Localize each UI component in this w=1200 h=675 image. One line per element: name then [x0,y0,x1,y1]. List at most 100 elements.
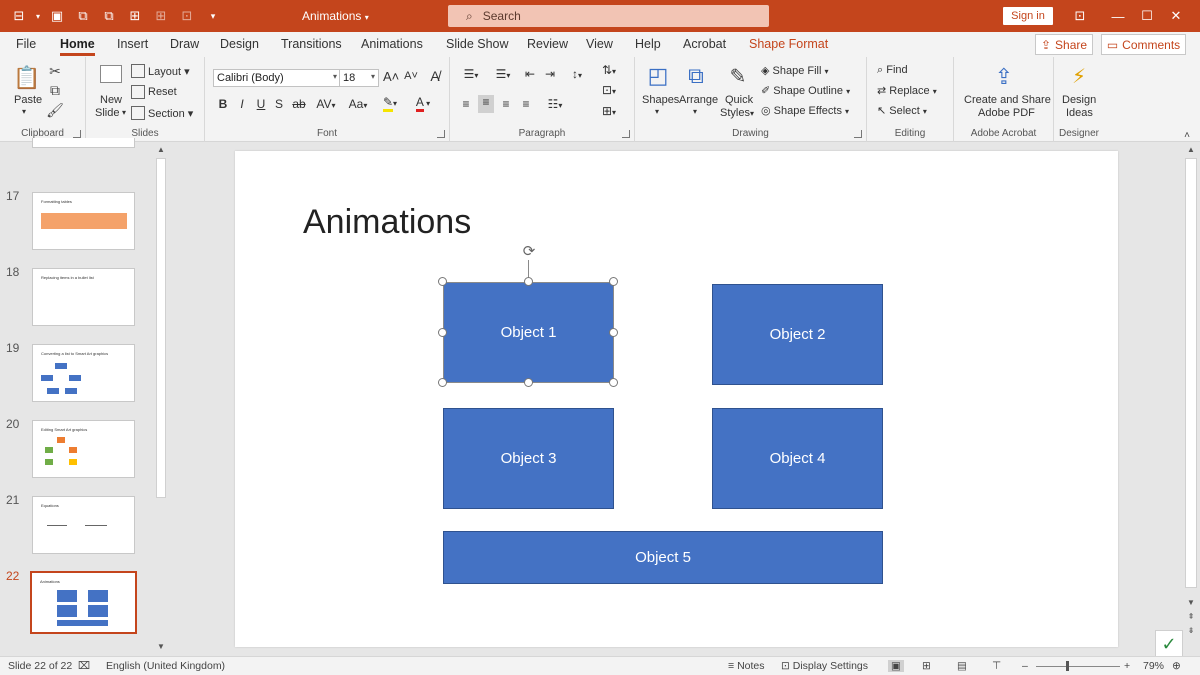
scroll-up-icon[interactable]: ▲ [1185,145,1197,154]
tab-transitions[interactable]: Transitions [281,37,342,51]
slide-thumbnail-16[interactable] [32,138,135,148]
save-icon[interactable]: ▣ [46,6,68,26]
paste-dropdown-icon[interactable]: ▾ [22,107,26,116]
copy-icon[interactable]: ⧉ [72,6,94,26]
slide-thumbnail[interactable]: Equations [32,496,135,554]
tab-help[interactable]: Help [635,37,661,51]
object-1-shape[interactable]: Object 1 [443,282,614,383]
grow-font-button[interactable]: A˄ [383,69,399,84]
increase-indent-icon[interactable]: ⇥ [542,67,558,81]
shrink-font-button[interactable]: A˅ [403,70,419,82]
smartart-convert-button[interactable]: ⊞▾ [596,104,622,118]
clear-formatting-icon[interactable]: A̸ [427,68,443,84]
slide-thumbnail[interactable]: Editing Smart Art graphics [32,420,135,478]
character-spacing-button[interactable]: AV▾ [313,97,339,111]
regroup-icon[interactable]: ⊡ [176,6,198,26]
select-button[interactable]: ↖ Select ▾ [877,104,927,117]
object-3-shape[interactable]: Object 3 [443,408,614,509]
bullets-button[interactable]: ☰▾ [458,67,484,81]
slide-thumbnail[interactable]: Formatting tables [32,192,135,250]
canvas-scrollbar[interactable]: ▲ ▼ ⇞ ⇟ [1182,142,1200,656]
language-indicator[interactable]: English (United Kingdom) [106,660,225,672]
new-slide-icon[interactable] [100,65,122,83]
font-size-select[interactable]: 18 ▾ [339,69,379,87]
decrease-indent-icon[interactable]: ⇤ [522,67,538,81]
share-button[interactable]: ⇪ Share [1035,34,1093,55]
close-icon[interactable]: ✕ [1164,6,1188,26]
accessibility-check-icon[interactable]: ✓ [1155,630,1183,658]
highlight-color-button[interactable]: ✎▾ [379,95,401,112]
drawing-launcher-icon[interactable] [854,130,862,138]
zoom-in-icon[interactable]: + [1124,660,1130,672]
layout-button[interactable]: Layout ▾ [148,65,190,78]
font-name-select[interactable]: Calibri (Body) ▾ [213,69,341,87]
columns-button[interactable]: ☷▾ [542,97,568,111]
resize-handle-bottom-left[interactable] [438,378,447,387]
italic-button[interactable]: I [234,97,250,111]
shape-effects-button[interactable]: ◎ Shape Effects ▾ [761,104,849,117]
sign-in-button[interactable]: Sign in [1003,7,1053,25]
cut-icon[interactable]: ✂ [46,63,64,79]
comments-button[interactable]: ▭ Comments [1101,34,1186,55]
section-button[interactable]: Section ▾ [148,107,193,120]
slide-thumbnail[interactable]: Converting a list to Smart Art graphics [32,344,135,402]
align-left-icon[interactable]: ≡ [458,97,474,111]
bold-button[interactable]: B [215,97,231,111]
tab-animations[interactable]: Animations [361,37,423,51]
section-icon[interactable] [131,106,145,120]
scrollbar-thumb[interactable] [1185,158,1197,588]
ribbon-display-icon[interactable]: ⊡ [1068,6,1092,26]
change-case-button[interactable]: Aa▾ [343,97,373,111]
scroll-up-icon[interactable]: ▲ [156,145,166,157]
from-beginning-icon[interactable]: ⊟ [8,6,30,26]
font-launcher-icon[interactable] [437,130,445,138]
format-painter-icon[interactable]: 🖌 [46,102,64,118]
zoom-out-icon[interactable]: – [1022,660,1028,672]
fit-to-window-icon[interactable]: ⊕ [1172,660,1181,672]
paragraph-launcher-icon[interactable] [622,130,630,138]
zoom-slider-knob[interactable] [1066,661,1069,671]
tab-acrobat[interactable]: Acrobat [683,37,726,51]
resize-handle-top[interactable] [524,277,533,286]
resize-handle-bottom[interactable] [524,378,533,387]
create-share-pdf-label-1[interactable]: Create and Share [964,94,1051,106]
collapse-ribbon-icon[interactable]: ˄ [1180,129,1194,141]
search-box[interactable]: ⌕ Search [448,5,769,27]
resize-handle-top-right[interactable] [609,277,618,286]
underline-button[interactable]: U [253,97,269,111]
object-4-shape[interactable]: Object 4 [712,408,883,509]
object-5-shape[interactable]: Object 5 [443,531,883,584]
tab-shape-format[interactable]: Shape Format [749,37,828,51]
resize-handle-bottom-right[interactable] [609,378,618,387]
design-ideas-label-1[interactable]: Design [1062,94,1096,106]
resize-handle-left[interactable] [438,328,447,337]
zoom-slider-track[interactable] [1036,666,1120,667]
shapes-dropdown-icon[interactable]: ▾ [655,107,659,116]
replace-button[interactable]: ⇄ Replace ▾ [877,84,937,97]
create-pdf-icon[interactable]: ⇪ [992,63,1016,91]
group-icon[interactable]: ⊞ [124,6,146,26]
font-color-button[interactable]: A ▾ [410,95,436,112]
tab-home[interactable]: Home [60,37,95,56]
resize-handle-top-left[interactable] [438,277,447,286]
design-ideas-icon[interactable]: ⚡ [1066,63,1092,89]
new-slide-label-2[interactable]: Slide [95,107,119,119]
numbering-button[interactable]: ☰▾ [490,67,516,81]
slide-title[interactable]: Animations [303,203,471,242]
slide-show-icon[interactable]: ⊤ [992,660,1001,672]
tab-review[interactable]: Review [527,37,568,51]
line-spacing-button[interactable]: ↕▾ [564,67,590,81]
shapes-icon[interactable]: ◰ [645,63,671,89]
customize-qat-icon[interactable]: ▾ [202,6,224,26]
zoom-level[interactable]: 79% [1143,660,1164,672]
tab-view[interactable]: View [586,37,613,51]
ungroup-icon[interactable]: ⊞ [150,6,172,26]
align-text-button[interactable]: ⊡▾ [596,83,622,97]
paste-icon[interactable]: 📋 [13,63,40,93]
notes-button[interactable]: ≡ Notes [728,660,765,672]
slide-sorter-icon[interactable]: ⊞ [922,660,931,672]
clipboard-launcher-icon[interactable] [73,130,81,138]
tab-slide-show[interactable]: Slide Show [446,37,509,51]
shape-fill-button[interactable]: ◈ Shape Fill ▾ [761,64,829,77]
arrange-dropdown-icon[interactable]: ▾ [693,107,697,116]
